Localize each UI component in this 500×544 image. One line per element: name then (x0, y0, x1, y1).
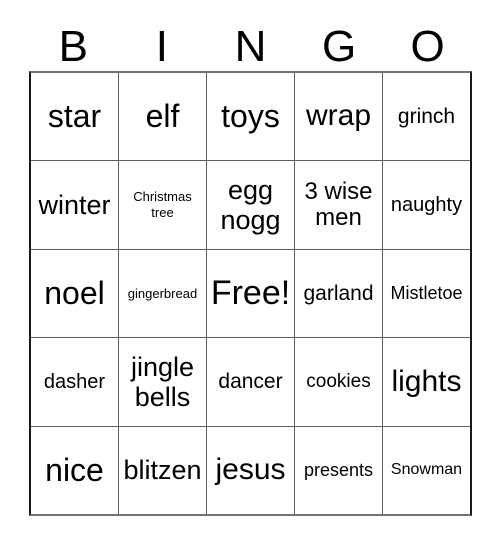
bingo-cell-o1[interactable]: grinch (382, 73, 470, 161)
bingo-cell-b2[interactable]: winter (31, 161, 118, 248)
bingo-cell-free-space[interactable]: Free! (206, 249, 294, 338)
bingo-header-row: B I N G O (29, 18, 472, 71)
table-row: winter Christmas tree egg nogg 3 wise me… (31, 160, 470, 249)
bingo-cell-i5[interactable]: blitzen (118, 426, 206, 515)
bingo-cell-o5[interactable]: Snowman (382, 426, 470, 515)
bingo-cell-b4[interactable]: dasher (31, 338, 118, 425)
bingo-cell-i3[interactable]: gingerbread (118, 249, 206, 338)
bingo-cell-i4[interactable]: jingle bells (118, 338, 206, 426)
bingo-cell-o2[interactable]: naughty (382, 161, 470, 249)
table-row: dasher jingle bells dancer cookies light… (31, 337, 470, 426)
bingo-cell-g5[interactable]: presents (294, 426, 382, 515)
bingo-cell-o4[interactable]: lights (382, 338, 470, 426)
header-letter-n: N (234, 22, 267, 71)
bingo-cell-n5[interactable]: jesus (206, 426, 294, 515)
bingo-card: B I N G O star elf toys wrap grinch wint… (0, 0, 500, 544)
bingo-cell-n4[interactable]: dancer (206, 338, 294, 426)
header-letter-g: G (321, 22, 357, 71)
bingo-cell-n1[interactable]: toys (206, 73, 294, 161)
bingo-cell-i1[interactable]: elf (118, 73, 206, 161)
bingo-cell-g3[interactable]: garland (294, 249, 382, 338)
bingo-cell-b1[interactable]: star (31, 73, 118, 160)
table-row: star elf toys wrap grinch (31, 73, 470, 161)
table-row: noel gingerbread Free! garland Mistletoe (31, 248, 470, 338)
bingo-cell-g4[interactable]: cookies (294, 338, 382, 426)
bingo-cell-b5[interactable]: nice (31, 427, 118, 514)
table-row: nice blitzen jesus presents Snowman (31, 425, 470, 515)
bingo-cell-g2[interactable]: 3 wise men (294, 161, 382, 249)
header-letter-i: I (155, 22, 168, 71)
bingo-cell-n2[interactable]: egg nogg (206, 161, 294, 249)
header-letter-o: O (410, 22, 445, 71)
bingo-cell-g1[interactable]: wrap (294, 73, 382, 161)
bingo-cell-b3[interactable]: noel (31, 250, 118, 337)
bingo-cell-i2[interactable]: Christmas tree (118, 161, 206, 249)
bingo-grid: star elf toys wrap grinch winter Christm… (29, 71, 472, 516)
header-letter-b: B (58, 22, 88, 71)
bingo-cell-o3[interactable]: Mistletoe (382, 249, 470, 338)
